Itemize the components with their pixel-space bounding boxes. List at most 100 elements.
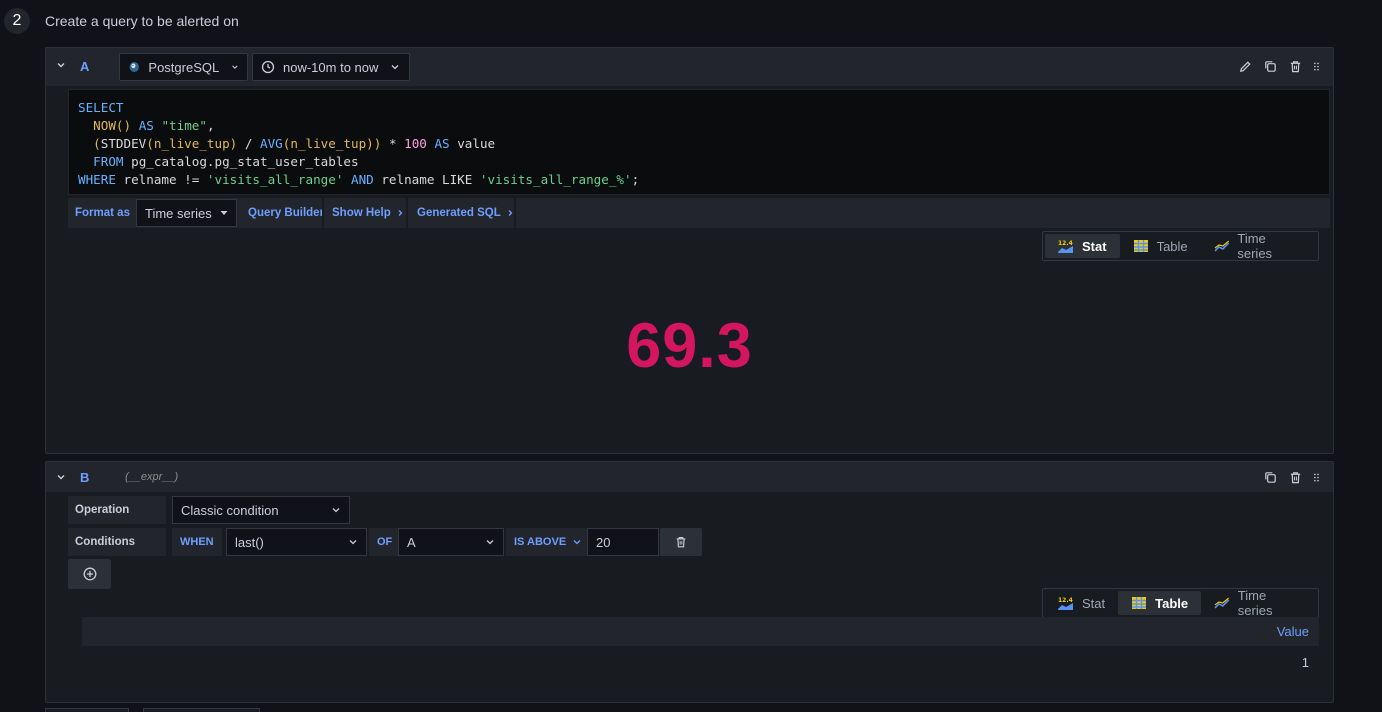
format-as-select[interactable]: Time series xyxy=(136,199,237,227)
table-icon xyxy=(1133,240,1148,252)
view-table-button[interactable]: Table xyxy=(1120,234,1201,258)
expression-type-note: (__expr__) xyxy=(125,471,179,483)
reducer-select[interactable]: last() xyxy=(226,528,367,556)
sql-number: 100 xyxy=(404,136,427,151)
operation-value: Classic condition xyxy=(181,502,279,518)
view-table-label: Table xyxy=(1155,595,1189,611)
view-time-series-label: Time series xyxy=(1237,588,1273,618)
drag-handle-icon[interactable] xyxy=(1313,59,1323,74)
chevron-down-icon[interactable] xyxy=(55,471,67,483)
svg-text:12.4: 12.4 xyxy=(1058,597,1073,604)
table-row: 1 xyxy=(82,647,1319,677)
edit-pencil-icon[interactable] xyxy=(1238,59,1253,74)
chevron-down-icon xyxy=(391,65,399,70)
sql-text: relname != xyxy=(123,172,207,187)
duplicate-icon[interactable] xyxy=(1263,59,1278,74)
view-time-series-button[interactable]: Time series xyxy=(1201,588,1316,618)
sql-string: 'visits_all_range_%' xyxy=(479,172,632,187)
query-panel-b: B (__expr__) Operation Classic condition… xyxy=(45,461,1334,703)
toolbar-divider xyxy=(322,198,324,228)
evaluator-select[interactable]: IS ABOVE xyxy=(506,528,591,556)
view-stat-button[interactable]: 12.4 Stat xyxy=(1045,234,1120,258)
sql-keyword: AND xyxy=(351,172,374,187)
show-help-button[interactable]: Show Help xyxy=(325,198,412,228)
time-range-picker[interactable]: now-10m to now xyxy=(252,53,410,81)
chevron-down-icon[interactable] xyxy=(55,59,67,71)
sql-keyword: WHERE xyxy=(78,172,116,187)
table-cell: 1 xyxy=(1301,655,1309,670)
query-ref-select[interactable]: A xyxy=(398,528,504,556)
threshold-input[interactable]: 20 xyxy=(587,528,659,556)
toolbar-divider xyxy=(514,198,516,228)
time-series-icon xyxy=(1214,240,1229,252)
sql-table: pg_catalog.pg_stat_user_tables xyxy=(131,154,359,169)
conditions-label: Conditions xyxy=(68,528,166,556)
sql-args: (n_live_tup) xyxy=(282,136,374,151)
sql-keyword: AS xyxy=(434,136,450,151)
table-icon xyxy=(1132,597,1147,609)
generated-sql-label: Generated SQL xyxy=(417,207,501,219)
chevron-down-icon xyxy=(486,540,494,545)
query-builder-button[interactable]: Query Builder xyxy=(241,198,332,228)
when-keyword: WHEN xyxy=(172,528,222,556)
show-help-label: Show Help xyxy=(332,207,391,219)
query-header: B (__expr__) xyxy=(46,462,1333,492)
view-table-button[interactable]: Table xyxy=(1118,591,1202,615)
sql-string: "time" xyxy=(161,118,207,133)
sql-alias: value xyxy=(457,136,496,151)
sql-text: , xyxy=(206,118,215,133)
add-condition-button[interactable] xyxy=(68,559,111,589)
clock-icon xyxy=(261,60,275,74)
sql-operator: * xyxy=(381,136,405,151)
view-mode-switch: 12.4 Stat Table Time series xyxy=(1042,231,1319,261)
chevron-down-icon xyxy=(332,508,340,513)
table-header: Value xyxy=(82,617,1319,646)
query-ref-value: A xyxy=(407,534,416,550)
view-table-label: Table xyxy=(1156,238,1188,254)
view-stat-button[interactable]: 12.4 Stat xyxy=(1045,591,1118,615)
operation-label: Operation xyxy=(68,496,166,524)
query-actions xyxy=(1263,470,1323,485)
generated-sql-button[interactable]: Generated SQL xyxy=(410,198,522,228)
table-column-value[interactable]: Value xyxy=(1277,624,1309,639)
step-number-badge: 2 xyxy=(4,8,30,34)
view-stat-label: Stat xyxy=(1082,238,1107,254)
sql-args: (n_live_tup) xyxy=(146,136,238,151)
datasource-picker[interactable]: PostgreSQL xyxy=(119,53,248,81)
sql-function: NOW() xyxy=(93,118,132,133)
view-time-series-label: Time series xyxy=(1237,231,1273,261)
chevron-down-icon xyxy=(573,540,581,545)
sql-keyword: SELECT xyxy=(78,100,124,115)
caret-down-icon xyxy=(220,211,228,215)
sql-function: AVG xyxy=(260,136,283,151)
sql-string: 'visits_all_range' xyxy=(206,172,344,187)
chevron-down-icon xyxy=(349,540,357,545)
view-mode-switch: 12.4 Stat Table Time series xyxy=(1042,588,1319,618)
sql-keyword: AS xyxy=(138,118,154,133)
trash-icon[interactable] xyxy=(1288,59,1303,74)
drag-handle-icon[interactable] xyxy=(1313,470,1323,485)
sql-editor[interactable]: SELECT NOW() AS "time", (STDDEV(n_live_t… xyxy=(68,89,1330,195)
sql-operator: / xyxy=(237,136,261,151)
format-as-value: Time series xyxy=(145,205,212,221)
stat-icon: 12.4 xyxy=(1058,240,1073,253)
footer-button-stub[interactable] xyxy=(45,708,129,712)
sql-function: STDDEV xyxy=(100,136,147,151)
query-ref-id[interactable]: B xyxy=(80,470,89,485)
query-ref-id[interactable]: A xyxy=(80,59,89,74)
query-header: A PostgreSQL now-10m to now xyxy=(46,48,1333,86)
step-title: Create a query to be alerted on xyxy=(45,13,239,29)
sql-text: ; xyxy=(631,172,640,187)
sql-keyword: FROM xyxy=(93,154,124,169)
time-range-text: now-10m to now xyxy=(283,59,379,75)
datasource-name: PostgreSQL xyxy=(148,59,220,75)
operation-select[interactable]: Classic condition xyxy=(172,496,350,524)
svg-text:12.4: 12.4 xyxy=(1058,240,1073,247)
duplicate-icon[interactable] xyxy=(1263,470,1278,485)
plus-circle-icon xyxy=(83,567,96,581)
trash-icon[interactable] xyxy=(1288,470,1303,485)
footer-button-stub[interactable] xyxy=(143,708,260,712)
view-time-series-button[interactable]: Time series xyxy=(1201,231,1316,261)
trash-icon xyxy=(676,537,686,548)
remove-condition-button[interactable] xyxy=(660,528,702,556)
